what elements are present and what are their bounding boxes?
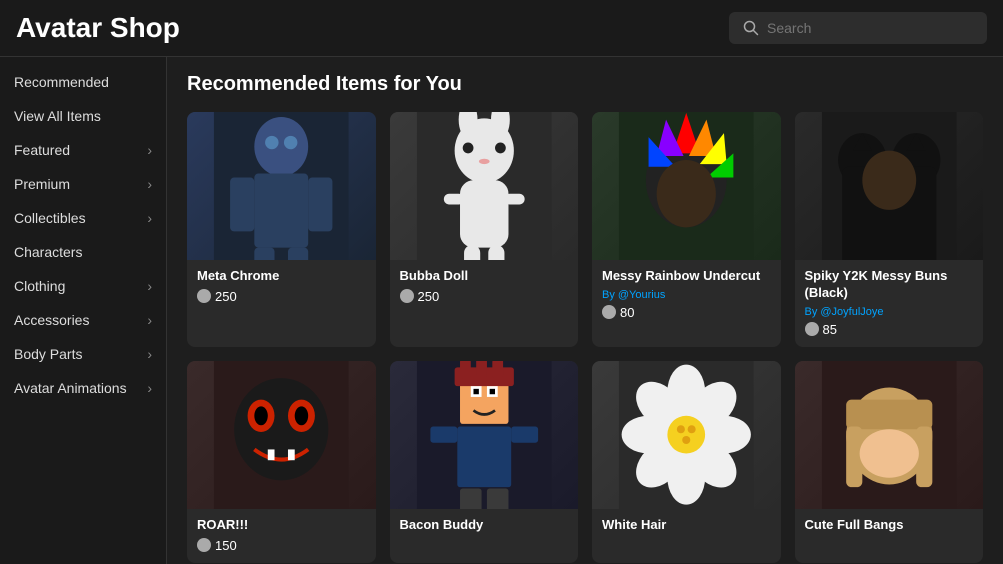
sidebar-item-collectibles[interactable]: Collectibles › xyxy=(0,201,166,235)
header: Avatar Shop xyxy=(0,0,1003,57)
sidebar-item-label: Characters xyxy=(14,244,82,260)
sidebar-item-body-parts[interactable]: Body Parts › xyxy=(0,337,166,371)
search-input[interactable] xyxy=(767,20,973,36)
item-name: ROAR!!! xyxy=(197,517,366,534)
sidebar-item-label: Avatar Animations xyxy=(14,380,127,396)
main-content: RecommendedView All ItemsFeatured›Premiu… xyxy=(0,57,1003,564)
item-card-bacon-buddy[interactable]: Bacon Buddy xyxy=(390,361,579,563)
item-info-messy-rainbow: Messy Rainbow Undercut By @Yourius 80 xyxy=(592,260,781,330)
item-card-white-hair[interactable]: White Hair xyxy=(592,361,781,563)
price-value: 150 xyxy=(215,538,237,553)
search-icon xyxy=(743,20,759,36)
sidebar-item-accessories[interactable]: Accessories › xyxy=(0,303,166,337)
robux-icon xyxy=(197,538,211,552)
robux-icon xyxy=(197,289,211,303)
sidebar-item-characters[interactable]: Characters xyxy=(0,235,166,269)
sidebar-item-label: Premium xyxy=(14,176,70,192)
sidebar-item-featured[interactable]: Featured › xyxy=(0,133,166,167)
item-image-meta-chrome xyxy=(187,112,376,260)
item-image-bubba-doll xyxy=(390,112,579,260)
item-card-meta-chrome[interactable]: Meta Chrome 250 xyxy=(187,112,376,347)
item-card-spiky-y2k[interactable]: Spiky Y2K Messy Buns (Black) By @JoyfulJo… xyxy=(795,112,984,347)
item-price: 150 xyxy=(197,538,366,553)
item-info-roar: ROAR!!! 150 xyxy=(187,509,376,563)
item-card-messy-rainbow[interactable]: Messy Rainbow Undercut By @Yourius 80 xyxy=(592,112,781,347)
sidebar-item-label: Accessories xyxy=(14,312,89,328)
sidebar-item-label: Recommended xyxy=(14,74,109,90)
sidebar-item-avatar-animations[interactable]: Avatar Animations › xyxy=(0,371,166,405)
sidebar-item-premium[interactable]: Premium › xyxy=(0,167,166,201)
item-image-roar xyxy=(187,361,376,509)
item-info-white-hair: White Hair xyxy=(592,509,781,548)
robux-icon xyxy=(400,289,414,303)
chevron-down-icon: › xyxy=(147,210,152,226)
item-name: Bubba Doll xyxy=(400,268,569,285)
sidebar-item-recommended[interactable]: Recommended xyxy=(0,65,166,99)
item-image-cute-full-bangs xyxy=(795,361,984,509)
item-name: Messy Rainbow Undercut xyxy=(602,268,771,285)
sidebar-item-label: Featured xyxy=(14,142,70,158)
chevron-down-icon: › xyxy=(147,176,152,192)
item-creator: By @JoyfulJoye xyxy=(805,306,974,318)
sidebar-item-view-all-items[interactable]: View All Items xyxy=(0,99,166,133)
item-price: 250 xyxy=(197,289,366,304)
chevron-down-icon: › xyxy=(147,312,152,328)
page-title: Avatar Shop xyxy=(16,12,180,44)
item-name: Meta Chrome xyxy=(197,268,366,285)
chevron-down-icon: › xyxy=(147,142,152,158)
robux-icon xyxy=(805,322,819,336)
item-name: Spiky Y2K Messy Buns (Black) xyxy=(805,268,974,302)
item-info-bubba-doll: Bubba Doll 250 xyxy=(390,260,579,314)
item-info-bacon-buddy: Bacon Buddy xyxy=(390,509,579,548)
item-image-white-hair xyxy=(592,361,781,509)
item-name: White Hair xyxy=(602,517,771,534)
price-value: 250 xyxy=(418,289,440,304)
item-info-cute-full-bangs: Cute Full Bangs xyxy=(795,509,984,548)
chevron-down-icon: › xyxy=(147,278,152,294)
chevron-down-icon: › xyxy=(147,380,152,396)
price-value: 85 xyxy=(823,322,837,337)
items-grid: Meta Chrome 250 Bubba Doll 250 xyxy=(187,112,983,564)
sidebar: RecommendedView All ItemsFeatured›Premiu… xyxy=(0,57,167,564)
item-card-bubba-doll[interactable]: Bubba Doll 250 xyxy=(390,112,579,347)
item-info-spiky-y2k: Spiky Y2K Messy Buns (Black) By @JoyfulJo… xyxy=(795,260,984,347)
sidebar-item-label: Clothing xyxy=(14,278,65,294)
search-bar[interactable] xyxy=(729,12,987,44)
item-price: 80 xyxy=(602,305,771,320)
item-info-meta-chrome: Meta Chrome 250 xyxy=(187,260,376,314)
item-name: Cute Full Bangs xyxy=(805,517,974,534)
item-image-bacon-buddy xyxy=(390,361,579,509)
item-price: 85 xyxy=(805,322,974,337)
price-value: 80 xyxy=(620,305,634,320)
item-name: Bacon Buddy xyxy=(400,517,569,534)
item-image-spiky-y2k xyxy=(795,112,984,260)
price-value: 250 xyxy=(215,289,237,304)
robux-icon xyxy=(602,305,616,319)
chevron-down-icon: › xyxy=(147,346,152,362)
item-creator: By @Yourius xyxy=(602,289,771,301)
item-image-messy-rainbow xyxy=(592,112,781,260)
item-card-cute-full-bangs[interactable]: Cute Full Bangs xyxy=(795,361,984,563)
content-area: Recommended Items for You Meta Chrome 250 xyxy=(167,57,1003,564)
item-card-roar[interactable]: ROAR!!! 150 xyxy=(187,361,376,563)
section-title: Recommended Items for You xyxy=(187,73,983,96)
item-price: 250 xyxy=(400,289,569,304)
sidebar-item-label: View All Items xyxy=(14,108,101,124)
sidebar-item-clothing[interactable]: Clothing › xyxy=(0,269,166,303)
sidebar-item-label: Body Parts xyxy=(14,346,82,362)
sidebar-item-label: Collectibles xyxy=(14,210,86,226)
